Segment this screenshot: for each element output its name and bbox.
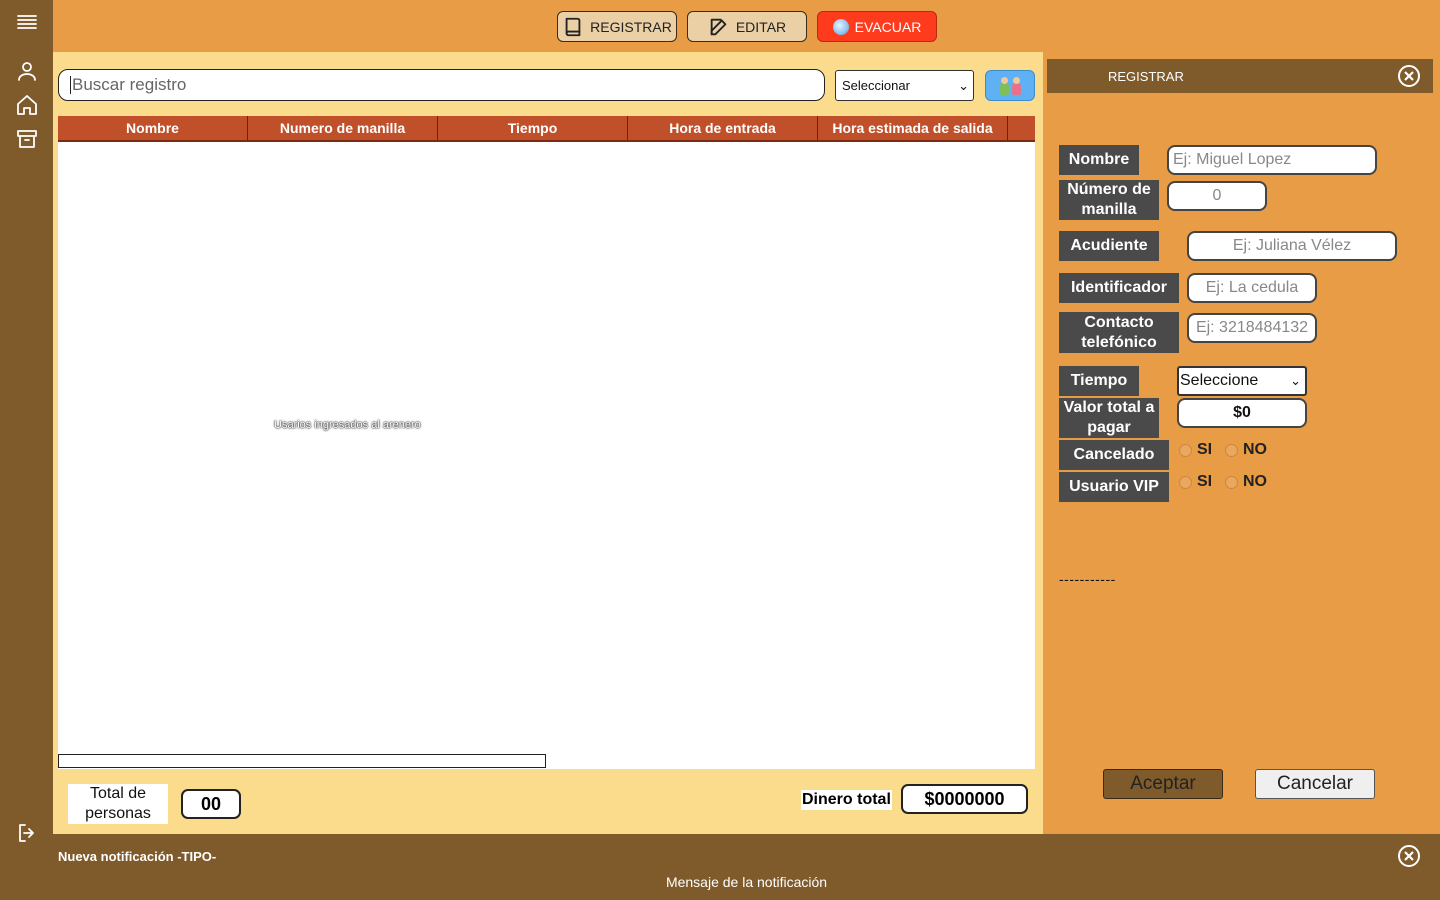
register-panel: REGISTRAR Nombre Ej: Miguel Lopez Número… [1047,59,1433,827]
tiempo-select[interactable]: Seleccione ⌄ [1177,366,1307,396]
nombre-label: Nombre [1059,145,1139,175]
column-header[interactable]: Nombre [58,116,248,140]
register-panel-header: REGISTRAR [1047,59,1433,93]
cancelado-label: Cancelado [1059,440,1169,470]
children-filter-button[interactable] [985,70,1035,101]
vip-no-radio[interactable]: NO [1225,473,1267,491]
close-icon[interactable] [1398,845,1420,867]
cancelado-yes-radio[interactable]: SI [1179,441,1212,459]
notification-message: Mensaje de la notificación [665,874,828,890]
column-header[interactable]: Hora estimada de salida [818,116,1008,140]
acudiente-label: Acudiente [1059,231,1159,261]
column-header-filler [1008,116,1035,140]
valor-field: $0 [1177,398,1307,428]
manilla-field[interactable]: 0 [1167,181,1267,211]
column-header[interactable]: Tiempo [438,116,628,140]
register-button-label: REGISTRAR [590,18,672,35]
register-panel-title: REGISTRAR [1108,68,1184,84]
filter-select[interactable]: Seleccionar ⌄ [835,70,974,101]
radio-label: SI [1197,473,1213,490]
evacuate-icon [832,18,849,35]
search-input[interactable]: Buscar registro [58,69,825,101]
sidebar [0,0,53,900]
notification-title: Nueva notificación -TIPO- [58,849,217,864]
empty-table-message: Usarios ingresados al arenero [274,419,421,431]
child-icon [1011,76,1021,95]
identificador-label: Identificador [1059,273,1179,303]
evacuate-button-label: EVACUAR [854,18,922,35]
vip-label: Usuario VIP [1059,472,1169,502]
filter-select-value: Seleccionar [842,78,910,93]
total-people-value: 00 [181,789,241,819]
identificador-field[interactable]: Ej: La cedula [1187,273,1317,303]
accept-button[interactable]: Aceptar [1103,769,1223,799]
contacto-label: Contacto telefónico [1059,312,1179,353]
archive-icon[interactable] [14,126,40,152]
logout-icon[interactable] [14,820,40,846]
search-placeholder: Buscar registro [72,75,187,94]
total-money-value: $0000000 [901,784,1028,814]
tiempo-select-value: Seleccione [1180,372,1259,389]
horizontal-scrollbar[interactable] [58,754,546,768]
records-table: Nombre Numero de manilla Tiempo Hora de … [58,116,1035,769]
column-header[interactable]: Hora de entrada [628,116,818,140]
tiempo-label: Tiempo [1059,366,1139,396]
manilla-label: Número de manilla [1059,180,1159,220]
column-header[interactable]: Numero de manilla [248,116,438,140]
close-icon[interactable] [1398,65,1420,87]
top-toolbar: REGISTRAR EDITAR EVACUAR [53,0,1440,52]
child-icon [999,76,1009,95]
total-people-label: Total de personas [68,784,168,824]
chevron-down-icon: ⌄ [1290,373,1301,388]
user-icon[interactable] [14,58,40,84]
radio-label: NO [1243,473,1267,490]
register-button[interactable]: REGISTRAR [557,11,677,42]
valor-label: Valor total a pagar [1059,398,1159,438]
evacuate-button[interactable]: EVACUAR [817,11,937,42]
menu-icon[interactable] [14,9,40,35]
home-icon[interactable] [14,92,40,118]
total-money-label: Dinero total [801,790,892,810]
chevron-down-icon: ⌄ [958,77,969,93]
book-icon [565,17,581,36]
table-header: Nombre Numero de manilla Tiempo Hora de … [58,116,1035,142]
text-caret [70,76,71,94]
edit-button-label: EDITAR [735,18,787,35]
divider-text: ----------- [1059,571,1116,587]
cancelado-no-radio[interactable]: NO [1225,441,1267,459]
radio-label: SI [1197,441,1213,458]
notification-bar: Nueva notificación -TIPO- Mensaje de la … [53,834,1440,900]
radio-label: NO [1243,441,1267,458]
contacto-field[interactable]: Ej: 3218484132 [1187,313,1317,343]
edit-button[interactable]: EDITAR [687,11,807,42]
main-panel: Buscar registro Seleccionar ⌄ Nombre Num… [53,52,1043,834]
cancel-button[interactable]: Cancelar [1255,769,1375,799]
acudiente-field[interactable]: Ej: Juliana Vélez [1187,231,1397,261]
vip-yes-radio[interactable]: SI [1179,473,1212,491]
edit-icon [710,18,727,35]
nombre-field[interactable]: Ej: Miguel Lopez [1167,145,1377,175]
